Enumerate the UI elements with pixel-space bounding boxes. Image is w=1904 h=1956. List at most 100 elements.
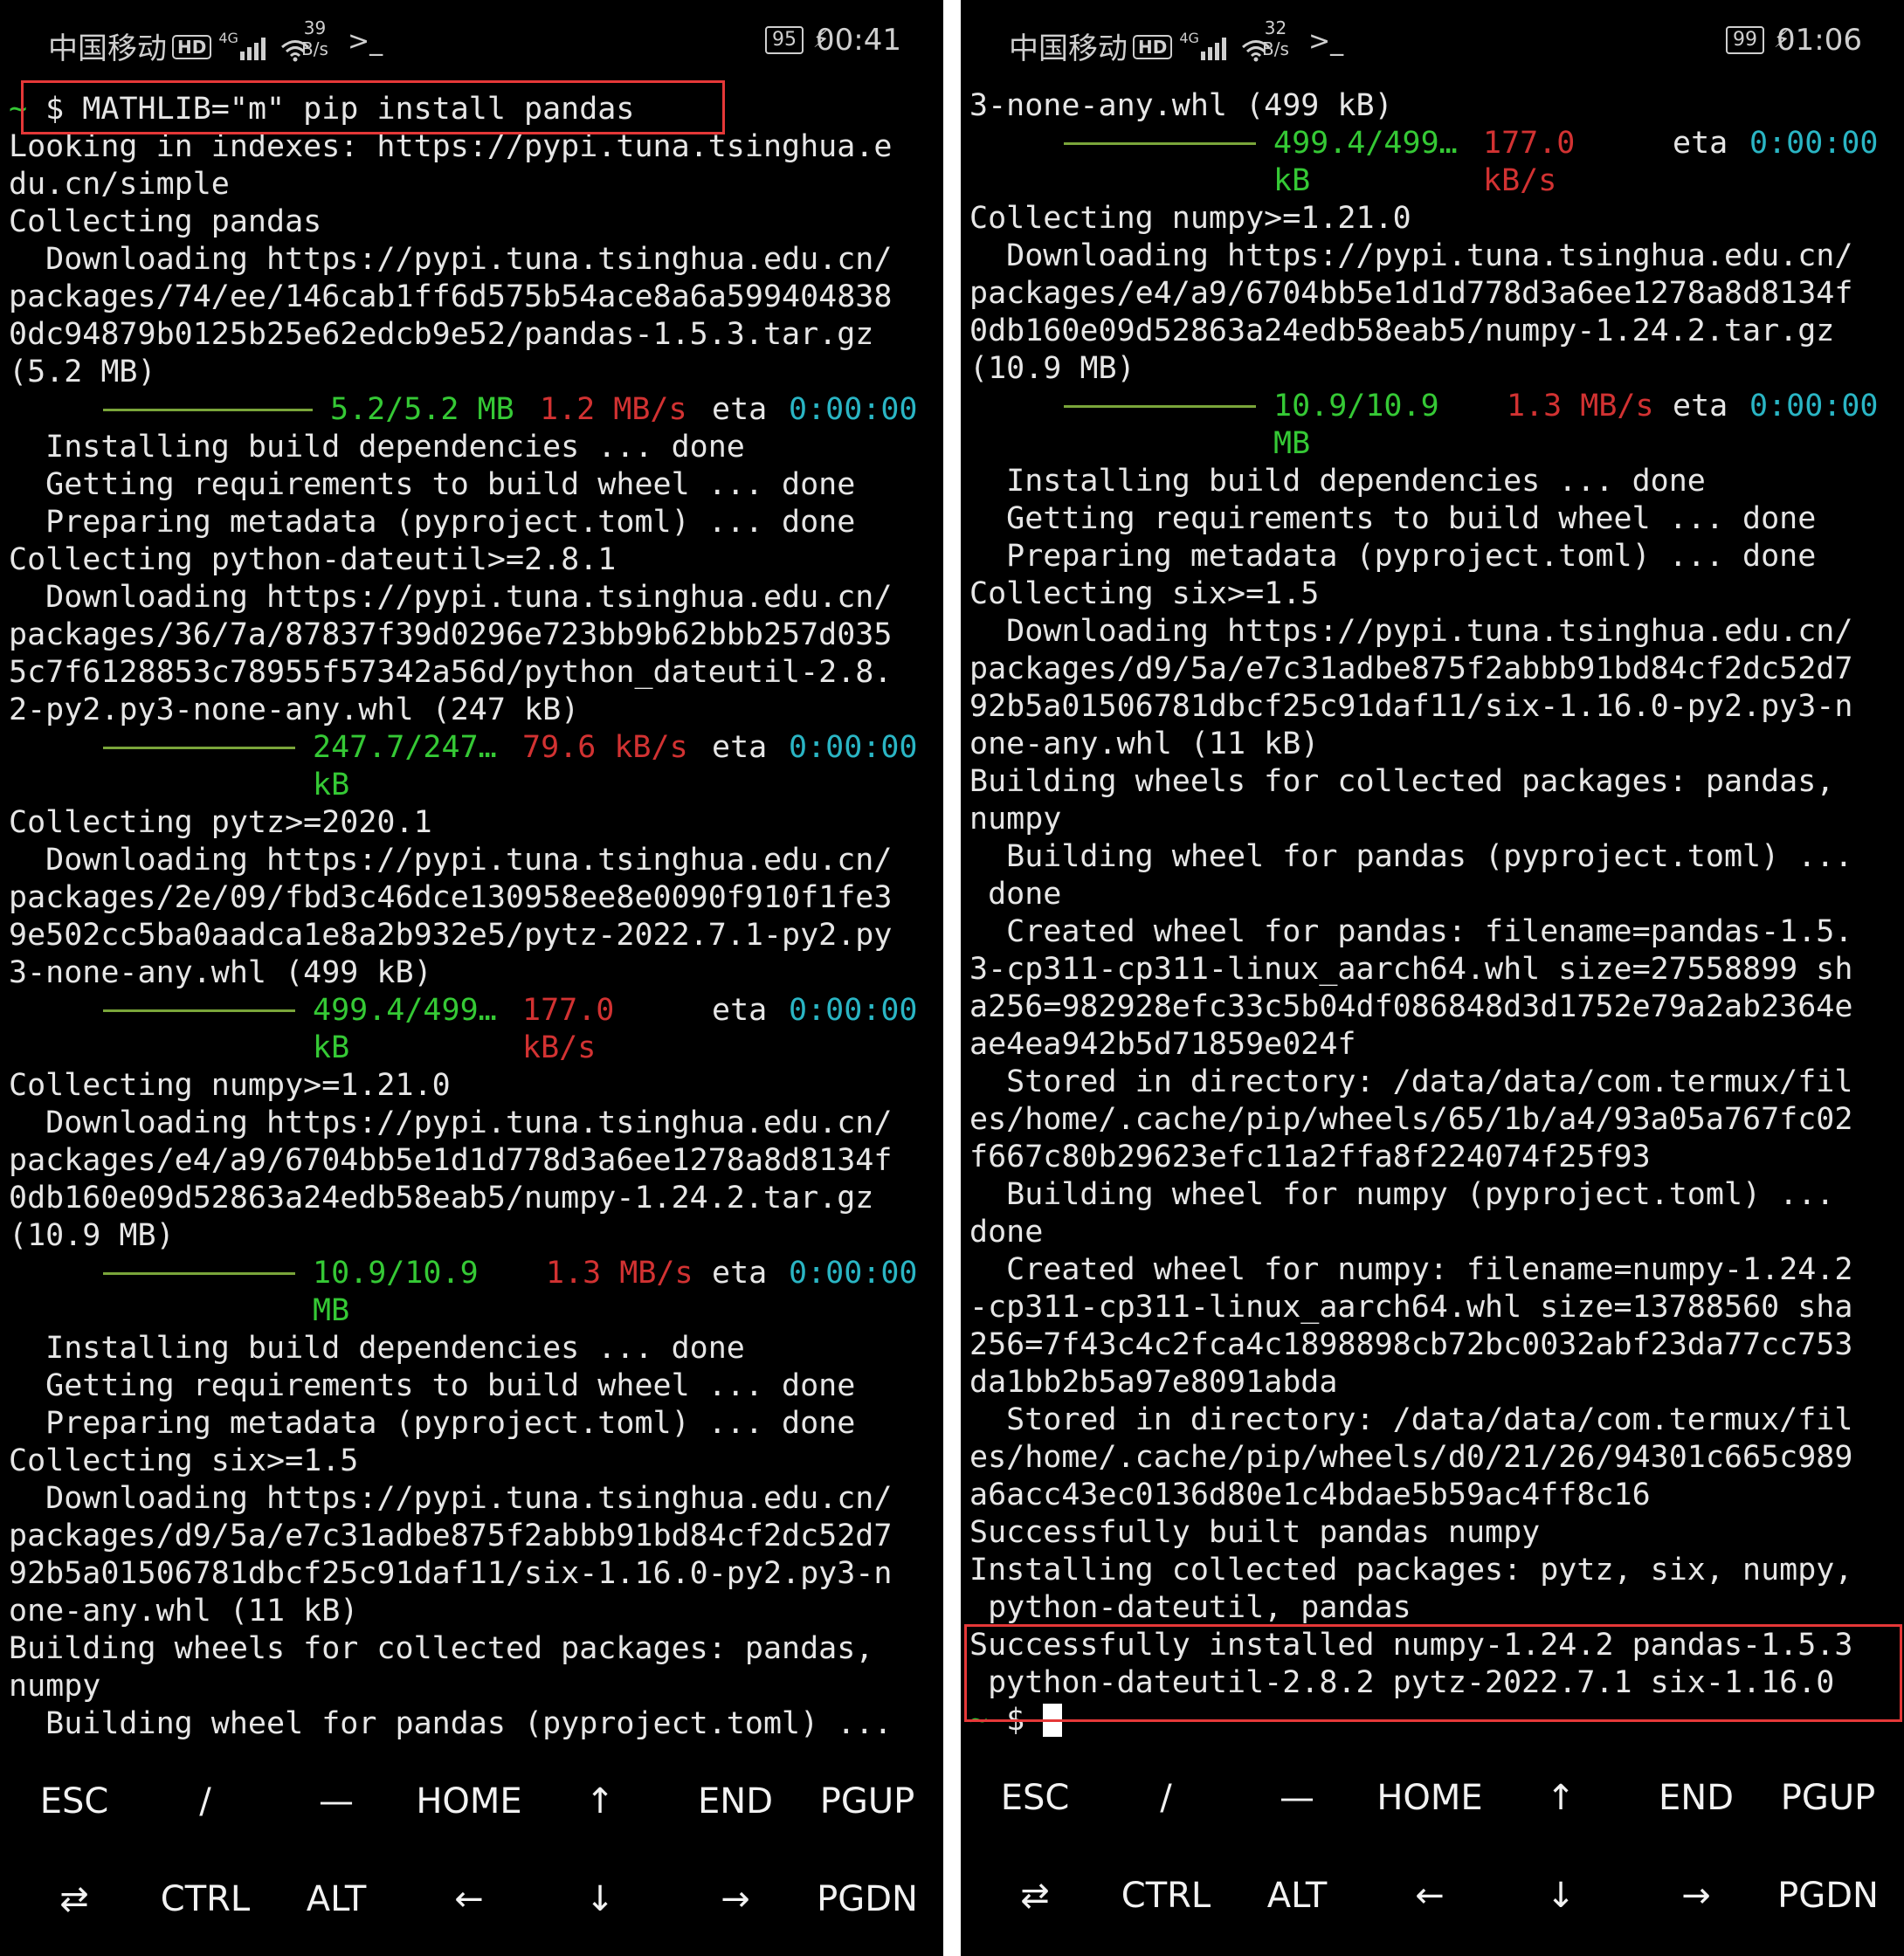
output-line: 5c7f6128853c78955f57342a56d/python_dateu… — [9, 655, 893, 690]
output-line: 256=7f43c4c2fca4c1898898cb72bc0032abf23d… — [969, 1327, 1853, 1362]
alt-key[interactable]: ALT — [271, 1879, 402, 1919]
signal-type: 4G — [218, 30, 238, 46]
progress-rate: 1.3 MB/s — [546, 1256, 693, 1291]
output-line: es/home/.cache/pip/wheels/65/1b/a4/93a05… — [969, 1102, 1853, 1137]
net-speed-value: 32 — [1264, 17, 1287, 38]
slash-key[interactable]: / — [1100, 1778, 1231, 1818]
progress-eta-label: eta — [712, 993, 768, 1028]
carrier-name: 中国移动 — [48, 31, 167, 66]
pgup-key[interactable]: PGUP — [802, 1781, 933, 1822]
pgup-key[interactable]: PGUP — [1763, 1778, 1894, 1818]
output-line: (5.2 MB) — [9, 355, 156, 389]
output-line: Installing build dependencies ... done — [969, 464, 1706, 499]
output-line: Installing build dependencies ... done — [9, 430, 745, 465]
command-highlight-box — [21, 80, 725, 134]
net-speed: 32 B/s — [1262, 17, 1289, 59]
progress-rate-unit: kB/s — [1483, 163, 1557, 198]
home-key[interactable]: HOME — [1364, 1778, 1495, 1818]
output-line: Downloading https://pypi.tuna.tsinghua.e… — [969, 238, 1853, 273]
progress-done-unit: kB — [1273, 163, 1311, 198]
pgdn-key[interactable]: PGDN — [802, 1879, 933, 1919]
output-line: Downloading https://pypi.tuna.tsinghua.e… — [9, 1481, 893, 1516]
esc-key[interactable]: ESC — [9, 1781, 140, 1822]
left-screenshot: 中国移动 HD 4G 39 B/s >_ 95 ⚡ 00:41 ~ $ MATHLI… — [0, 0, 943, 1956]
progress-eta-label: eta — [1673, 126, 1728, 161]
home-key[interactable]: HOME — [404, 1781, 535, 1822]
output-line: Building wheels for collected packages: … — [969, 764, 1835, 799]
net-speed-value: 39 — [303, 17, 327, 38]
output-line: da1bb2b5a97e8091abda — [969, 1365, 1338, 1400]
ctrl-key[interactable]: CTRL — [1100, 1876, 1231, 1916]
up-arrow-key[interactable]: ↑ — [535, 1781, 666, 1822]
up-arrow-key[interactable]: ↑ — [1495, 1778, 1626, 1818]
signal-type: 4G — [1179, 30, 1199, 46]
left-arrow-key[interactable]: ← — [1364, 1876, 1495, 1916]
progress-done: 10.9/10.9 — [1273, 389, 1439, 424]
output-line: Building wheel for numpy (pyproject.toml… — [969, 1177, 1835, 1212]
progress-done: 499.4/499… — [313, 993, 497, 1028]
output-line: packages/e4/a9/6704bb5e1d1d778d3a6ee1278… — [9, 1143, 893, 1178]
esc-key[interactable]: ESC — [969, 1778, 1100, 1818]
progress-eta: 0:00:00 — [1749, 389, 1879, 424]
output-line: Installing collected packages: pytz, six… — [969, 1553, 1853, 1588]
pgdn-key[interactable]: PGDN — [1763, 1876, 1894, 1916]
output-line: packages/74/ee/146cab1ff6d575b54ace8a6a5… — [9, 279, 893, 314]
output-line: 0db160e09d52863a24edb58eab5/numpy-1.24.2… — [969, 313, 1835, 348]
net-speed-unit: B/s — [301, 38, 328, 59]
clock: 01:06 — [1776, 23, 1862, 58]
output-line: done — [969, 1215, 1044, 1250]
down-arrow-key[interactable]: ↓ — [1495, 1876, 1626, 1916]
output-line: Building wheel for pandas (pyproject.tom… — [969, 839, 1853, 874]
output-line: (10.9 MB) — [9, 1218, 175, 1253]
net-speed-unit: B/s — [1262, 38, 1289, 59]
output-line: one-any.whl (11 kB) — [9, 1594, 359, 1629]
output-line: done — [969, 877, 1062, 912]
output-line: Getting requirements to build wheel ... … — [9, 1368, 856, 1403]
output-line: packages/36/7a/87837f39d0296e723bb9b62bb… — [9, 617, 893, 652]
output-line: Building wheel for pandas (pyproject.tom… — [9, 1706, 893, 1741]
progress-done: 247.7/247… — [313, 730, 497, 765]
output-line: packages/2e/09/fbd3c46dce130958ee8e0090f… — [9, 880, 893, 915]
progress-eta-label: eta — [1673, 389, 1728, 424]
toggle-keyboard-icon[interactable]: ⇄ — [9, 1879, 140, 1919]
output-line: 3-none-any.whl (499 kB) — [969, 88, 1393, 123]
left-arrow-key[interactable]: ← — [404, 1879, 535, 1919]
output-line: a6acc43ec0136d80e1c4bdae5b59ac4ff8c16 — [969, 1477, 1651, 1512]
output-line: Building wheels for collected packages: … — [9, 1631, 874, 1666]
signal-bars-icon — [1200, 33, 1229, 68]
output-line: Stored in directory: /data/data/com.term… — [969, 1402, 1853, 1437]
output-line: Created wheel for pandas: filename=panda… — [969, 914, 1853, 949]
output-line: Preparing metadata (pyproject.toml) ... … — [9, 1406, 856, 1441]
output-line: Downloading https://pypi.tuna.tsinghua.e… — [969, 614, 1853, 649]
end-key[interactable]: END — [1631, 1778, 1762, 1818]
right-arrow-key[interactable]: → — [1631, 1876, 1762, 1916]
ctrl-key[interactable]: CTRL — [140, 1879, 271, 1919]
progress-eta: 0:00:00 — [1749, 126, 1879, 161]
progress-rate: 177.0 — [1483, 126, 1576, 161]
output-line: python-dateutil, pandas — [969, 1590, 1411, 1625]
end-key[interactable]: END — [670, 1781, 801, 1822]
alt-key[interactable]: ALT — [1231, 1876, 1362, 1916]
output-line: 92b5a01506781dbcf25c91daf11/six-1.16.0-p… — [969, 689, 1853, 724]
slash-key[interactable]: / — [140, 1781, 271, 1822]
output-line: 2-py2.py3-none-any.whl (247 kB) — [9, 692, 580, 727]
progress-eta: 0:00:00 — [789, 392, 918, 427]
right-arrow-key[interactable]: → — [670, 1879, 801, 1919]
output-line: Stored in directory: /data/data/com.term… — [969, 1064, 1853, 1099]
progress-done: 499.4/499… — [1273, 126, 1458, 161]
output-line: Collecting numpy>=1.21.0 — [9, 1068, 451, 1103]
down-arrow-key[interactable]: ↓ — [535, 1879, 666, 1919]
output-line: Downloading https://pypi.tuna.tsinghua.e… — [9, 843, 893, 878]
progress-rate: 177.0 — [522, 993, 615, 1028]
clock: 00:41 — [816, 23, 901, 58]
progress-eta: 0:00:00 — [789, 1256, 918, 1291]
output-line: Installing build dependencies ... done — [9, 1331, 745, 1366]
status-bar: 中国移动 HD 4G 39 B/s >_ 95 ⚡ 00:41 — [0, 0, 943, 87]
dash-key[interactable]: — — [271, 1781, 402, 1822]
toggle-keyboard-icon[interactable]: ⇄ — [969, 1876, 1100, 1916]
output-line: Collecting pandas — [9, 204, 322, 239]
output-line: 3-cp311-cp311-linux_aarch64.whl size=275… — [969, 952, 1853, 987]
output-line: 92b5a01506781dbcf25c91daf11/six-1.16.0-p… — [9, 1556, 893, 1591]
hd-badge: HD — [172, 35, 212, 59]
dash-key[interactable]: — — [1231, 1778, 1362, 1818]
